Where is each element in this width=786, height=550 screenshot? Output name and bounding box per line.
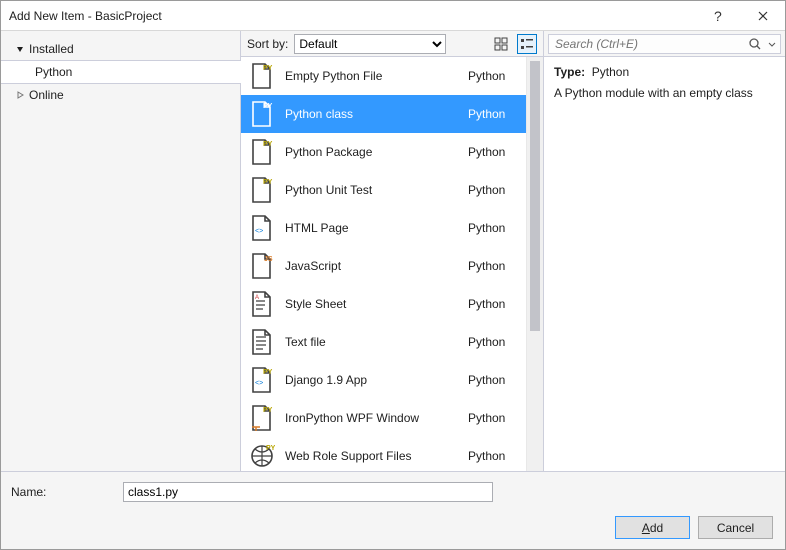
html-file-icon: <> [249, 213, 275, 243]
dialog-add-new-item: Add New Item - BasicProject ? Installed … [0, 0, 786, 550]
dialog-body: Installed Python Online Sort by: Default [1, 31, 785, 471]
search-input[interactable] [553, 36, 742, 52]
scrollbar-thumb[interactable] [530, 61, 540, 331]
template-item-lang: Python [468, 335, 526, 349]
add-button[interactable]: Add [615, 516, 690, 539]
titlebar: Add New Item - BasicProject ? [1, 1, 785, 31]
close-button[interactable] [740, 1, 785, 30]
template-panel: Sort by: Default [241, 31, 543, 471]
sort-by-label: Sort by: [247, 37, 288, 51]
text-file-icon [249, 327, 275, 357]
template-item[interactable]: PY Python Unit Test Python [241, 171, 526, 209]
window-title: Add New Item - BasicProject [9, 9, 695, 23]
search-icon[interactable] [746, 37, 764, 51]
svg-text:PY: PY [263, 141, 273, 148]
svg-text:?: ? [714, 9, 722, 23]
template-item-lang: Python [468, 449, 526, 463]
template-item-name: Python Unit Test [285, 183, 458, 197]
template-item-lang: Python [468, 373, 526, 387]
tree-label: Installed [29, 42, 74, 56]
svg-text:JS: JS [264, 256, 273, 263]
details-type: Type: Python [554, 65, 775, 79]
template-item-name: Style Sheet [285, 297, 458, 311]
name-input[interactable] [123, 482, 493, 502]
py-file-icon: PY [249, 175, 275, 205]
tree-label: Python [35, 65, 72, 79]
web-file-icon: PY [249, 441, 275, 471]
expand-icon [15, 44, 25, 54]
template-item-name: Django 1.9 App [285, 373, 458, 387]
template-item-lang: Python [468, 297, 526, 311]
tree-node-online[interactable]: Online [1, 84, 240, 106]
template-item-name: Web Role Support Files [285, 449, 458, 463]
template-item-lang: Python [468, 221, 526, 235]
django-file-icon: <>PY [249, 365, 275, 395]
py-file-icon: PY [249, 99, 275, 129]
template-list[interactable]: PY Empty Python File Python PY Python cl… [241, 57, 526, 471]
help-button[interactable]: ? [695, 1, 740, 30]
template-item[interactable]: PY Web Role Support Files Python [241, 437, 526, 471]
sort-by-select[interactable]: Default [294, 34, 446, 54]
py-file-icon: PY [249, 137, 275, 167]
details-body: Type: Python A Python module with an emp… [544, 57, 785, 110]
scrollbar[interactable] [526, 57, 543, 471]
template-item-lang: Python [468, 69, 526, 83]
template-item[interactable]: JS JavaScript Python [241, 247, 526, 285]
dialog-footer: Name: Add Cancel [1, 471, 785, 549]
template-item[interactable]: Text file Python [241, 323, 526, 361]
template-item[interactable]: PY Python Package Python [241, 133, 526, 171]
svg-text:PY: PY [263, 407, 273, 414]
template-item-name: JavaScript [285, 259, 458, 273]
template-item[interactable]: <>PY Django 1.9 App Python [241, 361, 526, 399]
svg-text:<>: <> [255, 380, 263, 387]
template-item-lang: Python [468, 259, 526, 273]
search-row [544, 31, 785, 57]
details-description: A Python module with an empty class [554, 85, 775, 102]
template-item-lang: Python [468, 411, 526, 425]
svg-text:PY: PY [266, 445, 275, 452]
template-item-name: Python class [285, 107, 458, 121]
template-item[interactable]: A Style Sheet Python [241, 285, 526, 323]
template-item[interactable]: PY Empty Python File Python [241, 57, 526, 95]
template-item-name: IronPython WPF Window [285, 411, 458, 425]
svg-text:<>: <> [255, 228, 263, 235]
view-small-icons-button[interactable] [517, 34, 537, 54]
details-panel: Type: Python A Python module with an emp… [543, 31, 785, 471]
svg-text:A: A [255, 295, 259, 301]
template-toolbar: Sort by: Default [241, 31, 543, 57]
svg-text:PY: PY [263, 65, 273, 72]
svg-text:PY: PY [263, 103, 273, 110]
template-item-name: Empty Python File [285, 69, 458, 83]
py-file-icon: PY [249, 61, 275, 91]
template-item-lang: Python [468, 183, 526, 197]
wpf-file-icon: PY [249, 403, 275, 433]
tree-node-python[interactable]: Python [1, 60, 240, 84]
view-medium-icons-button[interactable] [491, 34, 511, 54]
tree-node-installed[interactable]: Installed [1, 38, 240, 60]
template-item-name: Python Package [285, 145, 458, 159]
template-item[interactable]: <> HTML Page Python [241, 209, 526, 247]
template-item[interactable]: PY IronPython WPF Window Python [241, 399, 526, 437]
template-item-name: HTML Page [285, 221, 458, 235]
template-item[interactable]: PY Python class Python [241, 95, 526, 133]
name-label: Name: [11, 485, 119, 499]
template-item-lang: Python [468, 145, 526, 159]
template-item-lang: Python [468, 107, 526, 121]
name-row: Name: [11, 478, 775, 516]
svg-text:PY: PY [263, 179, 273, 186]
category-tree: Installed Python Online [1, 31, 241, 471]
collapse-icon [15, 90, 25, 100]
search-box[interactable] [548, 34, 781, 54]
button-row: Add Cancel [11, 516, 775, 539]
template-item-name: Text file [285, 335, 458, 349]
css-file-icon: A [249, 289, 275, 319]
tree-label: Online [29, 88, 64, 102]
search-dropdown-icon[interactable] [768, 37, 776, 51]
cancel-button[interactable]: Cancel [698, 516, 773, 539]
svg-text:PY: PY [263, 369, 273, 376]
js-file-icon: JS [249, 251, 275, 281]
